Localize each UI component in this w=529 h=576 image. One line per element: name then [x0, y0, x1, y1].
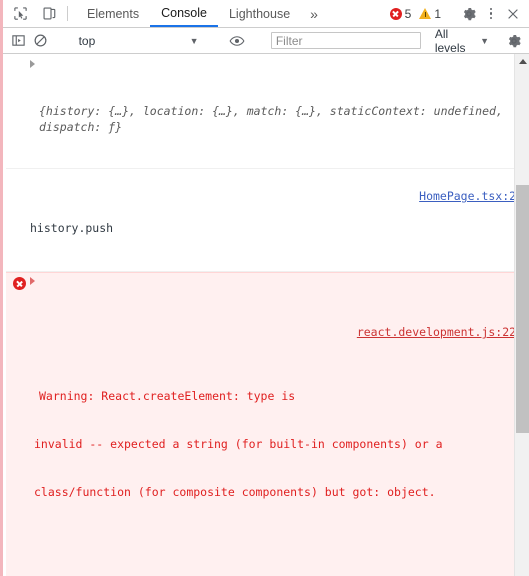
- live-expression-icon[interactable]: [228, 31, 246, 51]
- tab-console[interactable]: Console: [150, 0, 218, 27]
- tab-lighthouse-label: Lighthouse: [228, 6, 291, 21]
- tabbar-tool-icons: [3, 0, 59, 27]
- error-count-badge[interactable]: 5: [387, 7, 415, 21]
- source-link[interactable]: HomePage.tsx:27: [419, 188, 523, 204]
- more-tabs-label: »: [310, 5, 318, 22]
- warning-icon: [419, 8, 432, 19]
- inspect-element-icon[interactable]: [10, 4, 30, 24]
- device-toolbar-icon[interactable]: [39, 4, 59, 24]
- tab-lighthouse[interactable]: Lighthouse: [218, 0, 301, 27]
- expand-arrow-icon[interactable]: [30, 277, 35, 285]
- console-controlbar: top ▼ All levels ▼: [3, 27, 529, 55]
- execution-context-select[interactable]: top ▼: [75, 32, 203, 50]
- close-icon[interactable]: [503, 4, 523, 24]
- tab-elements[interactable]: Elements: [76, 0, 150, 27]
- console-message-list[interactable]: {history: {…}, location: {…}, match: {…}…: [6, 54, 529, 576]
- object-preview-line-2: dispatch: ƒ}: [39, 120, 123, 134]
- chevron-down-icon: ▼: [480, 35, 490, 46]
- msg3-line-3: class/function (for composite components…: [34, 485, 436, 499]
- controlbar-right: [493, 31, 529, 51]
- error-icon: [13, 277, 26, 290]
- console-message-history-push[interactable]: HomePage.tsx:27 history.push: [6, 169, 529, 272]
- error-icon: [389, 7, 402, 20]
- warning-count-value: 1: [434, 6, 441, 21]
- devtools-panel-tabs: Elements Console Lighthouse »: [76, 0, 327, 27]
- console-settings-icon[interactable]: [504, 31, 524, 51]
- gear-icon[interactable]: [459, 4, 479, 24]
- msg3-line-1: Warning: React.createElement: type is: [39, 389, 296, 403]
- warning-count-badge[interactable]: 1: [416, 7, 444, 21]
- source-link[interactable]: react.development.js:220: [357, 324, 523, 340]
- msg3-line-2: invalid -- expected a string (for built-…: [34, 437, 443, 451]
- console-message-object-preview[interactable]: {history: {…}, location: {…}, match: {…}…: [6, 54, 529, 169]
- object-preview-line-1: {history: {…}, location: {…}, match: {…}…: [39, 104, 503, 118]
- tab-elements-label: Elements: [87, 6, 140, 21]
- console-message-react-create-element-warning[interactable]: react.development.js:220 Warning: React.…: [6, 272, 529, 576]
- console-sidebar-icon[interactable]: [9, 31, 27, 51]
- scrollbar-thumb[interactable]: [516, 185, 529, 433]
- log-level-value: All levels: [434, 26, 466, 55]
- console-filter-input[interactable]: [270, 32, 421, 49]
- console-message-text: Warning: React.createElement: type is in…: [6, 356, 529, 576]
- more-tabs-button[interactable]: »: [301, 0, 327, 27]
- expand-arrow-icon[interactable]: [30, 60, 35, 68]
- chevron-down-icon: ▼: [189, 35, 199, 46]
- scroll-up-arrow-icon[interactable]: [515, 54, 529, 68]
- console-scrollbar[interactable]: [514, 54, 529, 576]
- tabbar-right-controls: 5 1: [387, 0, 529, 27]
- devtools-tabbar: Elements Console Lighthouse » 5 1: [3, 0, 529, 28]
- console-message-text: history.push: [30, 221, 114, 235]
- error-count-value: 5: [404, 6, 412, 21]
- tabbar-divider: [67, 6, 68, 21]
- log-level-select[interactable]: All levels ▼: [435, 27, 489, 55]
- tab-console-label: Console: [161, 5, 207, 20]
- execution-context-value: top: [78, 33, 96, 48]
- devtools-window: Elements Console Lighthouse » 5 1 top ▼ …: [0, 0, 529, 576]
- console-message-text: {history: {…}, location: {…}, match: {…}…: [6, 103, 529, 135]
- kebab-menu-icon[interactable]: [481, 4, 501, 24]
- clear-console-icon[interactable]: [31, 31, 49, 51]
- msg3-line-4: [34, 532, 525, 548]
